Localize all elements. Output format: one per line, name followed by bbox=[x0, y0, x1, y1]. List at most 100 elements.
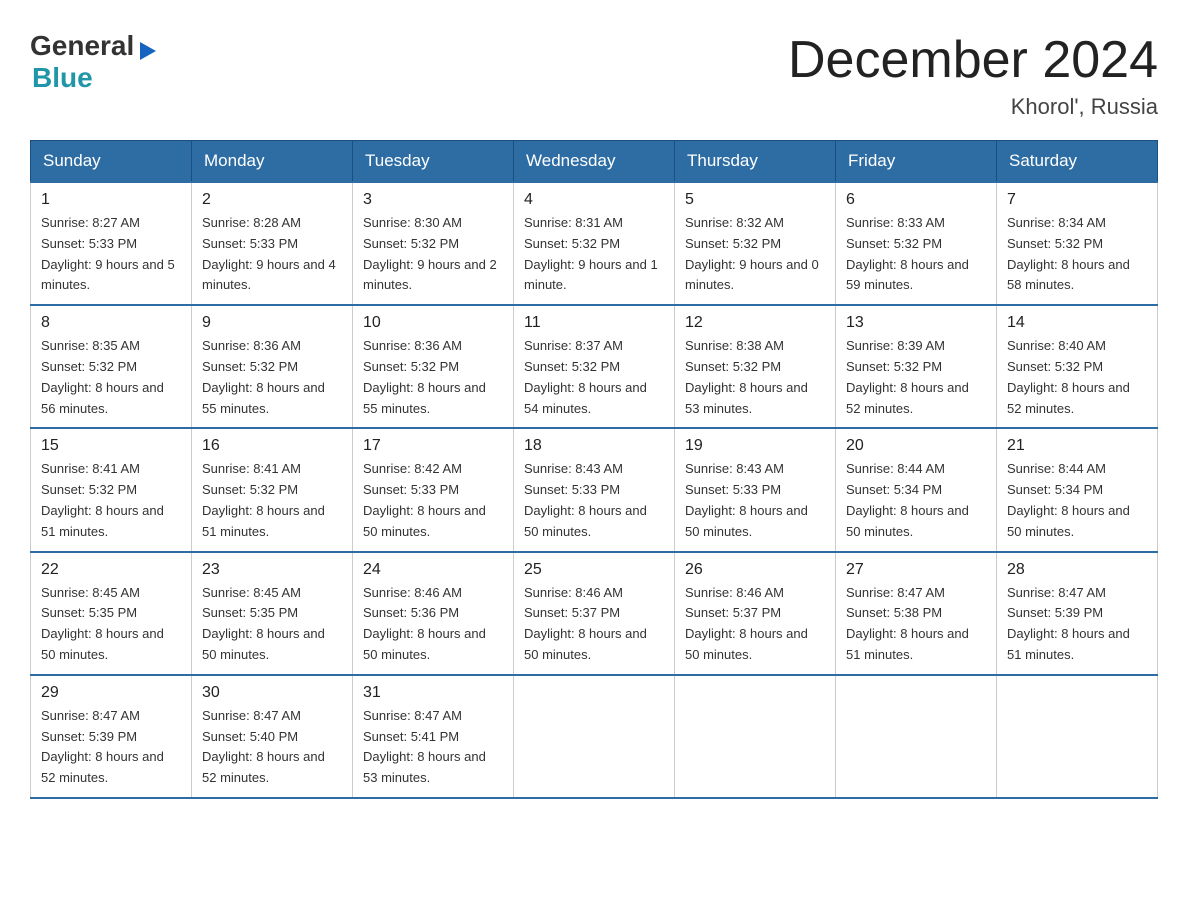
day-cell-16: 16Sunrise: 8:41 AMSunset: 5:32 PMDayligh… bbox=[192, 428, 353, 551]
day-cell-11: 11 Sunrise: 8:37 AMSunset: 5:32 PMDayligh… bbox=[514, 305, 675, 428]
header-thursday: Thursday bbox=[675, 141, 836, 183]
day-cell-3: 3 Sunrise: 8:30 AMSunset: 5:32 PMDaylight… bbox=[353, 182, 514, 305]
calendar-table: Sunday Monday Tuesday Wednesday Thursday… bbox=[30, 140, 1158, 799]
logo-triangle-icon bbox=[136, 40, 158, 62]
day-cell-29: 29 Sunrise: 8:47 AMSunset: 5:39 PMDayligh… bbox=[31, 675, 192, 798]
day-cell-31: 31 Sunrise: 8:47 AMSunset: 5:41 PMDayligh… bbox=[353, 675, 514, 798]
day-info-2: Sunrise: 8:28 AMSunset: 5:33 PMDaylight:… bbox=[202, 213, 342, 296]
day-info-23: Sunrise: 8:45 AMSunset: 5:35 PMDaylight:… bbox=[202, 583, 342, 666]
header-wednesday: Wednesday bbox=[514, 141, 675, 183]
day-number-22: 22 bbox=[41, 561, 181, 579]
header-saturday: Saturday bbox=[997, 141, 1158, 183]
day-cell-15: 15Sunrise: 8:41 AMSunset: 5:32 PMDayligh… bbox=[31, 428, 192, 551]
day-info-26: Sunrise: 8:46 AMSunset: 5:37 PMDaylight:… bbox=[685, 583, 825, 666]
day-number-27: 27 bbox=[846, 561, 986, 579]
day-number-6: 6 bbox=[846, 191, 986, 209]
day-info-17: Sunrise: 8:42 AMSunset: 5:33 PMDaylight:… bbox=[363, 459, 503, 542]
empty-cell-w5-d6 bbox=[997, 675, 1158, 798]
calendar-week-4: 22 Sunrise: 8:45 AMSunset: 5:35 PMDayligh… bbox=[31, 552, 1158, 675]
logo-blue-text: Blue bbox=[32, 62, 93, 93]
day-cell-9: 9 Sunrise: 8:36 AMSunset: 5:32 PMDaylight… bbox=[192, 305, 353, 428]
day-info-31: Sunrise: 8:47 AMSunset: 5:41 PMDaylight:… bbox=[363, 706, 503, 789]
day-cell-30: 30Sunrise: 8:47 AMSunset: 5:40 PMDayligh… bbox=[192, 675, 353, 798]
day-number-17: 17 bbox=[363, 437, 503, 455]
page-header: General Blue December 2024 Khorol', Russ… bbox=[30, 30, 1158, 120]
day-cell-26: 26Sunrise: 8:46 AMSunset: 5:37 PMDayligh… bbox=[675, 552, 836, 675]
day-cell-6: 6 Sunrise: 8:33 AMSunset: 5:32 PMDaylight… bbox=[836, 182, 997, 305]
logo-general-text: General bbox=[30, 30, 134, 62]
day-info-20: Sunrise: 8:44 AMSunset: 5:34 PMDaylight:… bbox=[846, 459, 986, 542]
calendar-week-1: 1 Sunrise: 8:27 AMSunset: 5:33 PMDaylight… bbox=[31, 182, 1158, 305]
day-number-7: 7 bbox=[1007, 191, 1147, 209]
day-info-11: Sunrise: 8:37 AMSunset: 5:32 PMDaylight:… bbox=[524, 336, 664, 419]
day-info-6: Sunrise: 8:33 AMSunset: 5:32 PMDaylight:… bbox=[846, 213, 986, 296]
day-info-3: Sunrise: 8:30 AMSunset: 5:32 PMDaylight:… bbox=[363, 213, 503, 296]
logo: General Blue bbox=[30, 30, 158, 94]
day-cell-24: 24Sunrise: 8:46 AMSunset: 5:36 PMDayligh… bbox=[353, 552, 514, 675]
day-info-5: Sunrise: 8:32 AMSunset: 5:32 PMDaylight:… bbox=[685, 213, 825, 296]
day-info-27: Sunrise: 8:47 AMSunset: 5:38 PMDaylight:… bbox=[846, 583, 986, 666]
day-info-19: Sunrise: 8:43 AMSunset: 5:33 PMDaylight:… bbox=[685, 459, 825, 542]
day-cell-12: 12 Sunrise: 8:38 AMSunset: 5:32 PMDayligh… bbox=[675, 305, 836, 428]
day-number-24: 24 bbox=[363, 561, 503, 579]
empty-cell-w5-d3 bbox=[514, 675, 675, 798]
day-number-1: 1 bbox=[41, 191, 181, 209]
day-cell-28: 28Sunrise: 8:47 AMSunset: 5:39 PMDayligh… bbox=[997, 552, 1158, 675]
calendar-header-row: Sunday Monday Tuesday Wednesday Thursday… bbox=[31, 141, 1158, 183]
day-number-11: 11 bbox=[524, 314, 664, 332]
day-info-1: Sunrise: 8:27 AMSunset: 5:33 PMDaylight:… bbox=[41, 213, 181, 296]
day-cell-5: 5Sunrise: 8:32 AMSunset: 5:32 PMDaylight… bbox=[675, 182, 836, 305]
day-number-15: 15 bbox=[41, 437, 181, 455]
day-info-21: Sunrise: 8:44 AMSunset: 5:34 PMDaylight:… bbox=[1007, 459, 1147, 542]
day-cell-4: 4Sunrise: 8:31 AMSunset: 5:32 PMDaylight… bbox=[514, 182, 675, 305]
day-cell-18: 18Sunrise: 8:43 AMSunset: 5:33 PMDayligh… bbox=[514, 428, 675, 551]
day-cell-10: 10 Sunrise: 8:36 AMSunset: 5:32 PMDayligh… bbox=[353, 305, 514, 428]
day-info-14: Sunrise: 8:40 AMSunset: 5:32 PMDaylight:… bbox=[1007, 336, 1147, 419]
day-number-23: 23 bbox=[202, 561, 342, 579]
day-info-25: Sunrise: 8:46 AMSunset: 5:37 PMDaylight:… bbox=[524, 583, 664, 666]
day-number-21: 21 bbox=[1007, 437, 1147, 455]
day-cell-19: 19 Sunrise: 8:43 AMSunset: 5:33 PMDayligh… bbox=[675, 428, 836, 551]
day-info-12: Sunrise: 8:38 AMSunset: 5:32 PMDaylight:… bbox=[685, 336, 825, 419]
day-cell-23: 23 Sunrise: 8:45 AMSunset: 5:35 PMDayligh… bbox=[192, 552, 353, 675]
day-info-4: Sunrise: 8:31 AMSunset: 5:32 PMDaylight:… bbox=[524, 213, 664, 296]
header-sunday: Sunday bbox=[31, 141, 192, 183]
day-number-20: 20 bbox=[846, 437, 986, 455]
day-cell-22: 22Sunrise: 8:45 AMSunset: 5:35 PMDayligh… bbox=[31, 552, 192, 675]
day-cell-8: 8Sunrise: 8:35 AMSunset: 5:32 PMDaylight… bbox=[31, 305, 192, 428]
calendar-week-3: 15 Sunrise: 8:41 AMSunset: 5:32 PMDayligh… bbox=[31, 428, 1158, 551]
day-number-10: 10 bbox=[363, 314, 503, 332]
day-number-12: 12 bbox=[685, 314, 825, 332]
day-number-2: 2 bbox=[202, 191, 342, 209]
day-cell-20: 20 Sunrise: 8:44 AMSunset: 5:34 PMDayligh… bbox=[836, 428, 997, 551]
day-cell-14: 14 Sunrise: 8:40 AMSunset: 5:32 PMDayligh… bbox=[997, 305, 1158, 428]
day-cell-27: 27 Sunrise: 8:47 AMSunset: 5:38 PMDayligh… bbox=[836, 552, 997, 675]
day-number-3: 3 bbox=[363, 191, 503, 209]
day-info-9: Sunrise: 8:36 AMSunset: 5:32 PMDaylight:… bbox=[202, 336, 342, 419]
day-cell-21: 21 Sunrise: 8:44 AMSunset: 5:34 PMDayligh… bbox=[997, 428, 1158, 551]
day-info-29: Sunrise: 8:47 AMSunset: 5:39 PMDaylight:… bbox=[41, 706, 181, 789]
day-cell-13: 13 Sunrise: 8:39 AMSunset: 5:32 PMDayligh… bbox=[836, 305, 997, 428]
header-tuesday: Tuesday bbox=[353, 141, 514, 183]
day-info-16: Sunrise: 8:41 AMSunset: 5:32 PMDaylight:… bbox=[202, 459, 342, 542]
day-info-18: Sunrise: 8:43 AMSunset: 5:33 PMDaylight:… bbox=[524, 459, 664, 542]
day-info-30: Sunrise: 8:47 AMSunset: 5:40 PMDaylight:… bbox=[202, 706, 342, 789]
day-info-28: Sunrise: 8:47 AMSunset: 5:39 PMDaylight:… bbox=[1007, 583, 1147, 666]
day-number-19: 19 bbox=[685, 437, 825, 455]
header-friday: Friday bbox=[836, 141, 997, 183]
day-cell-17: 17 Sunrise: 8:42 AMSunset: 5:33 PMDayligh… bbox=[353, 428, 514, 551]
day-cell-2: 2 Sunrise: 8:28 AMSunset: 5:33 PMDaylight… bbox=[192, 182, 353, 305]
month-title: December 2024 bbox=[788, 30, 1158, 90]
day-info-8: Sunrise: 8:35 AMSunset: 5:32 PMDaylight:… bbox=[41, 336, 181, 419]
day-number-29: 29 bbox=[41, 684, 181, 702]
day-number-25: 25 bbox=[524, 561, 664, 579]
location: Khorol', Russia bbox=[788, 94, 1158, 120]
day-number-9: 9 bbox=[202, 314, 342, 332]
day-info-13: Sunrise: 8:39 AMSunset: 5:32 PMDaylight:… bbox=[846, 336, 986, 419]
day-number-13: 13 bbox=[846, 314, 986, 332]
day-number-31: 31 bbox=[363, 684, 503, 702]
calendar-week-2: 8Sunrise: 8:35 AMSunset: 5:32 PMDaylight… bbox=[31, 305, 1158, 428]
day-info-10: Sunrise: 8:36 AMSunset: 5:32 PMDaylight:… bbox=[363, 336, 503, 419]
day-info-7: Sunrise: 8:34 AMSunset: 5:32 PMDaylight:… bbox=[1007, 213, 1147, 296]
day-number-14: 14 bbox=[1007, 314, 1147, 332]
